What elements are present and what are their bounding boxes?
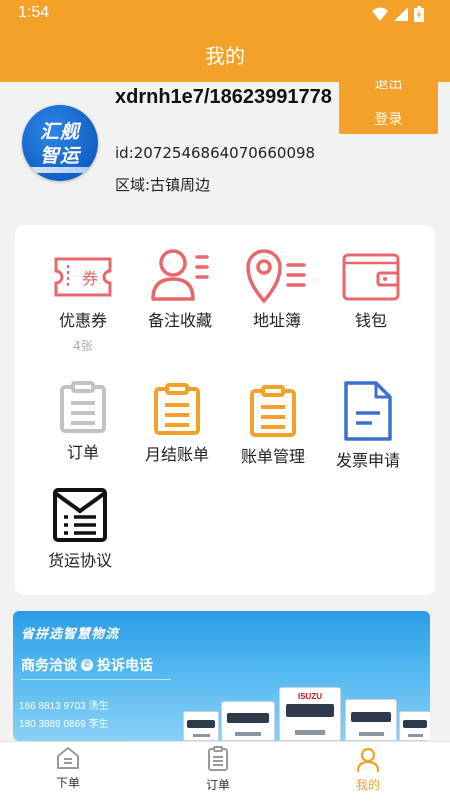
avatar-logo-line1: 汇舰 [39, 121, 80, 143]
menu-item-address-book[interactable]: 地址簿 [227, 247, 327, 331]
status-time: 1:54 [18, 4, 50, 21]
battery-icon [414, 6, 424, 22]
bill-manage-label: 账单管理 [240, 447, 305, 466]
banner-contact-heading: 商务洽谈 ✆ 投诉电话 [21, 655, 153, 675]
wallet-label: 钱包 [354, 311, 387, 330]
agreement-icon [53, 488, 107, 542]
clipboard-icon [208, 746, 228, 771]
status-bar: 1:54 [0, 0, 450, 30]
home-order-icon [57, 747, 79, 769]
svg-text:券: 券 [82, 269, 98, 288]
truck-brand: ISUZU [298, 692, 322, 701]
user-id: id:2072546864070660098 [115, 144, 316, 162]
truck-image [399, 711, 430, 741]
coupon-count: 4张 [73, 339, 93, 353]
truck-image [183, 711, 219, 741]
menu-item-agreement[interactable]: 货运协议 [30, 487, 130, 571]
clipboard-icon [60, 381, 106, 433]
logout-button[interactable]: 退出登录 [339, 80, 438, 134]
favorites-label: 备注收藏 [147, 311, 212, 330]
user-icon [356, 747, 380, 772]
banner-business: 商务洽谈 [21, 658, 77, 674]
menu-item-coupon[interactable]: 券 优惠券 4张 [33, 251, 133, 354]
tab-mine[interactable]: 我的 [328, 746, 408, 793]
tab-orders-label: 订单 [205, 778, 230, 792]
banner-divider [21, 679, 171, 680]
monthly-bill-label: 月结账单 [144, 445, 209, 464]
page-title: 我的 [205, 44, 245, 68]
avatar[interactable]: 汇舰 智运 [22, 105, 98, 181]
orders-label: 订单 [66, 443, 99, 462]
document-icon [344, 381, 392, 441]
menu-item-orders[interactable]: 订单 [33, 381, 133, 463]
menu-item-bill-manage[interactable]: 账单管理 [223, 385, 323, 467]
banner-complaint: 投诉电话 [97, 658, 153, 674]
logout-label: 退出登录 [374, 80, 403, 128]
banner-slogan: 省拼选智慧物流 [21, 627, 120, 642]
wallet-icon [342, 253, 400, 301]
tab-orders[interactable]: 订单 [178, 746, 258, 793]
truck-image [345, 699, 397, 741]
coupon-label: 优惠券 [58, 311, 107, 330]
agreement-label: 货运协议 [47, 551, 112, 570]
phone-icon: ✆ [81, 659, 93, 671]
invoice-label: 发票申请 [335, 451, 400, 470]
menu-item-monthly-bill[interactable]: 月结账单 [127, 383, 227, 465]
coupon-icon: 券 [54, 257, 112, 297]
contacts-icon [151, 249, 209, 301]
menu-item-favorites[interactable]: 备注收藏 [130, 247, 230, 331]
bottom-tab-bar: 下单 订单 我的 [0, 741, 450, 801]
tab-place-order-label: 下单 [55, 776, 80, 790]
address-book-label: 地址簿 [252, 311, 301, 330]
promo-banner[interactable]: 省拼选智慧物流 商务洽谈 ✆ 投诉电话 186 8813 9703 汤生 180… [13, 611, 430, 741]
username: xdrnh1e7/18623991778 [115, 86, 332, 108]
menu-card: 券 优惠券 4张 备注收藏 地址簿 钱包 订单 月结账单 账单管理 发票申请 货… [15, 225, 435, 595]
signal-icon [394, 7, 408, 21]
menu-item-wallet[interactable]: 钱包 [321, 249, 421, 331]
user-region: 区域:古镇周边 [115, 176, 211, 194]
clipboard-icon [154, 383, 200, 435]
banner-contact-2: 180 3889 0869 李生 [19, 719, 109, 730]
clipboard-icon [250, 385, 296, 437]
tab-mine-label: 我的 [355, 778, 380, 792]
banner-contact-1: 186 8813 9703 汤生 [19, 701, 109, 712]
avatar-logo-line2: 智运 [39, 145, 80, 167]
location-pin-icon [246, 249, 306, 303]
menu-item-invoice[interactable]: 发票申请 [318, 379, 418, 471]
tab-place-order[interactable]: 下单 [28, 746, 108, 791]
truck-image: ISUZU [279, 687, 341, 741]
app-header: 我的 [0, 30, 450, 82]
avatar-logo-bar [22, 167, 98, 173]
wifi-icon [372, 7, 388, 21]
truck-image [221, 701, 275, 741]
